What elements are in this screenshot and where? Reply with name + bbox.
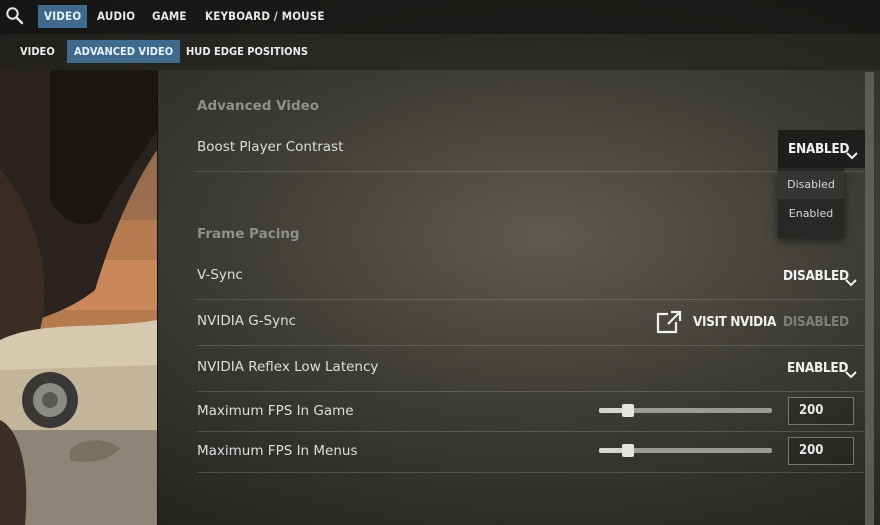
game-preview-image bbox=[0, 70, 158, 525]
max-fps-menus-input[interactable]: 200 bbox=[788, 437, 854, 465]
vsync-dropdown[interactable]: DISABLED bbox=[783, 266, 849, 286]
boost-player-contrast-value: ENABLED bbox=[788, 141, 850, 157]
row-reflex: NVIDIA Reflex Low Latency ENABLED bbox=[197, 346, 864, 392]
tab-keyboard-mouse[interactable]: KEYBOARD / MOUSE bbox=[199, 5, 331, 28]
row-boost-player-contrast: Boost Player Contrast bbox=[197, 126, 864, 172]
scrollbar[interactable] bbox=[865, 72, 874, 525]
scrollbar-thumb[interactable] bbox=[865, 72, 874, 525]
section-title-advanced-video: Advanced Video bbox=[197, 98, 320, 114]
external-link-icon bbox=[656, 310, 682, 338]
tab-game[interactable]: GAME bbox=[146, 5, 193, 28]
reflex-dropdown[interactable]: ENABLED bbox=[787, 358, 848, 378]
menu-item-disabled[interactable]: Disabled bbox=[778, 171, 844, 199]
max-fps-game-slider[interactable] bbox=[599, 404, 772, 417]
section-title-frame-pacing: Frame Pacing bbox=[197, 226, 300, 242]
slider-thumb[interactable] bbox=[622, 444, 634, 457]
gsync-status: DISABLED bbox=[783, 314, 849, 330]
chevron-down-icon bbox=[846, 145, 858, 160]
slider-thumb[interactable] bbox=[622, 404, 634, 417]
tab-video[interactable]: VIDEO bbox=[38, 5, 88, 28]
max-fps-menus-label: Maximum FPS In Menus bbox=[197, 443, 358, 459]
vsync-label: V-Sync bbox=[197, 267, 243, 283]
subtab-video[interactable]: VIDEO bbox=[13, 40, 62, 63]
row-vsync: V-Sync DISABLED bbox=[197, 254, 864, 300]
boost-player-contrast-menu: Disabled Enabled bbox=[778, 168, 844, 238]
settings-panel: Advanced Video Boost Player Contrast ENA… bbox=[158, 70, 880, 525]
subtab-hud-edge-positions[interactable]: HUD EDGE POSITIONS bbox=[179, 40, 315, 63]
visit-nvidia-label: VISIT NVIDIA bbox=[693, 314, 776, 330]
max-fps-game-label: Maximum FPS In Game bbox=[197, 403, 354, 419]
menu-item-enabled[interactable]: Enabled bbox=[778, 200, 844, 228]
gsync-label: NVIDIA G-Sync bbox=[197, 313, 297, 329]
max-fps-game-input[interactable]: 200 bbox=[788, 397, 854, 425]
sub-nav: VIDEO ADVANCED VIDEO HUD EDGE POSITIONS bbox=[0, 34, 880, 70]
tab-audio[interactable]: AUDIO bbox=[91, 5, 141, 28]
chevron-down-icon[interactable] bbox=[845, 272, 857, 287]
chevron-down-icon[interactable] bbox=[845, 364, 857, 379]
max-fps-menus-slider[interactable] bbox=[599, 444, 772, 457]
top-nav: VIDEO AUDIO GAME KEYBOARD / MOUSE bbox=[0, 0, 880, 34]
subtab-advanced-video[interactable]: ADVANCED VIDEO bbox=[67, 40, 181, 63]
search-icon[interactable] bbox=[5, 6, 25, 26]
boost-player-contrast-label: Boost Player Contrast bbox=[197, 139, 344, 155]
reflex-label: NVIDIA Reflex Low Latency bbox=[197, 359, 379, 375]
boost-player-contrast-dropdown[interactable]: ENABLED bbox=[778, 130, 866, 168]
